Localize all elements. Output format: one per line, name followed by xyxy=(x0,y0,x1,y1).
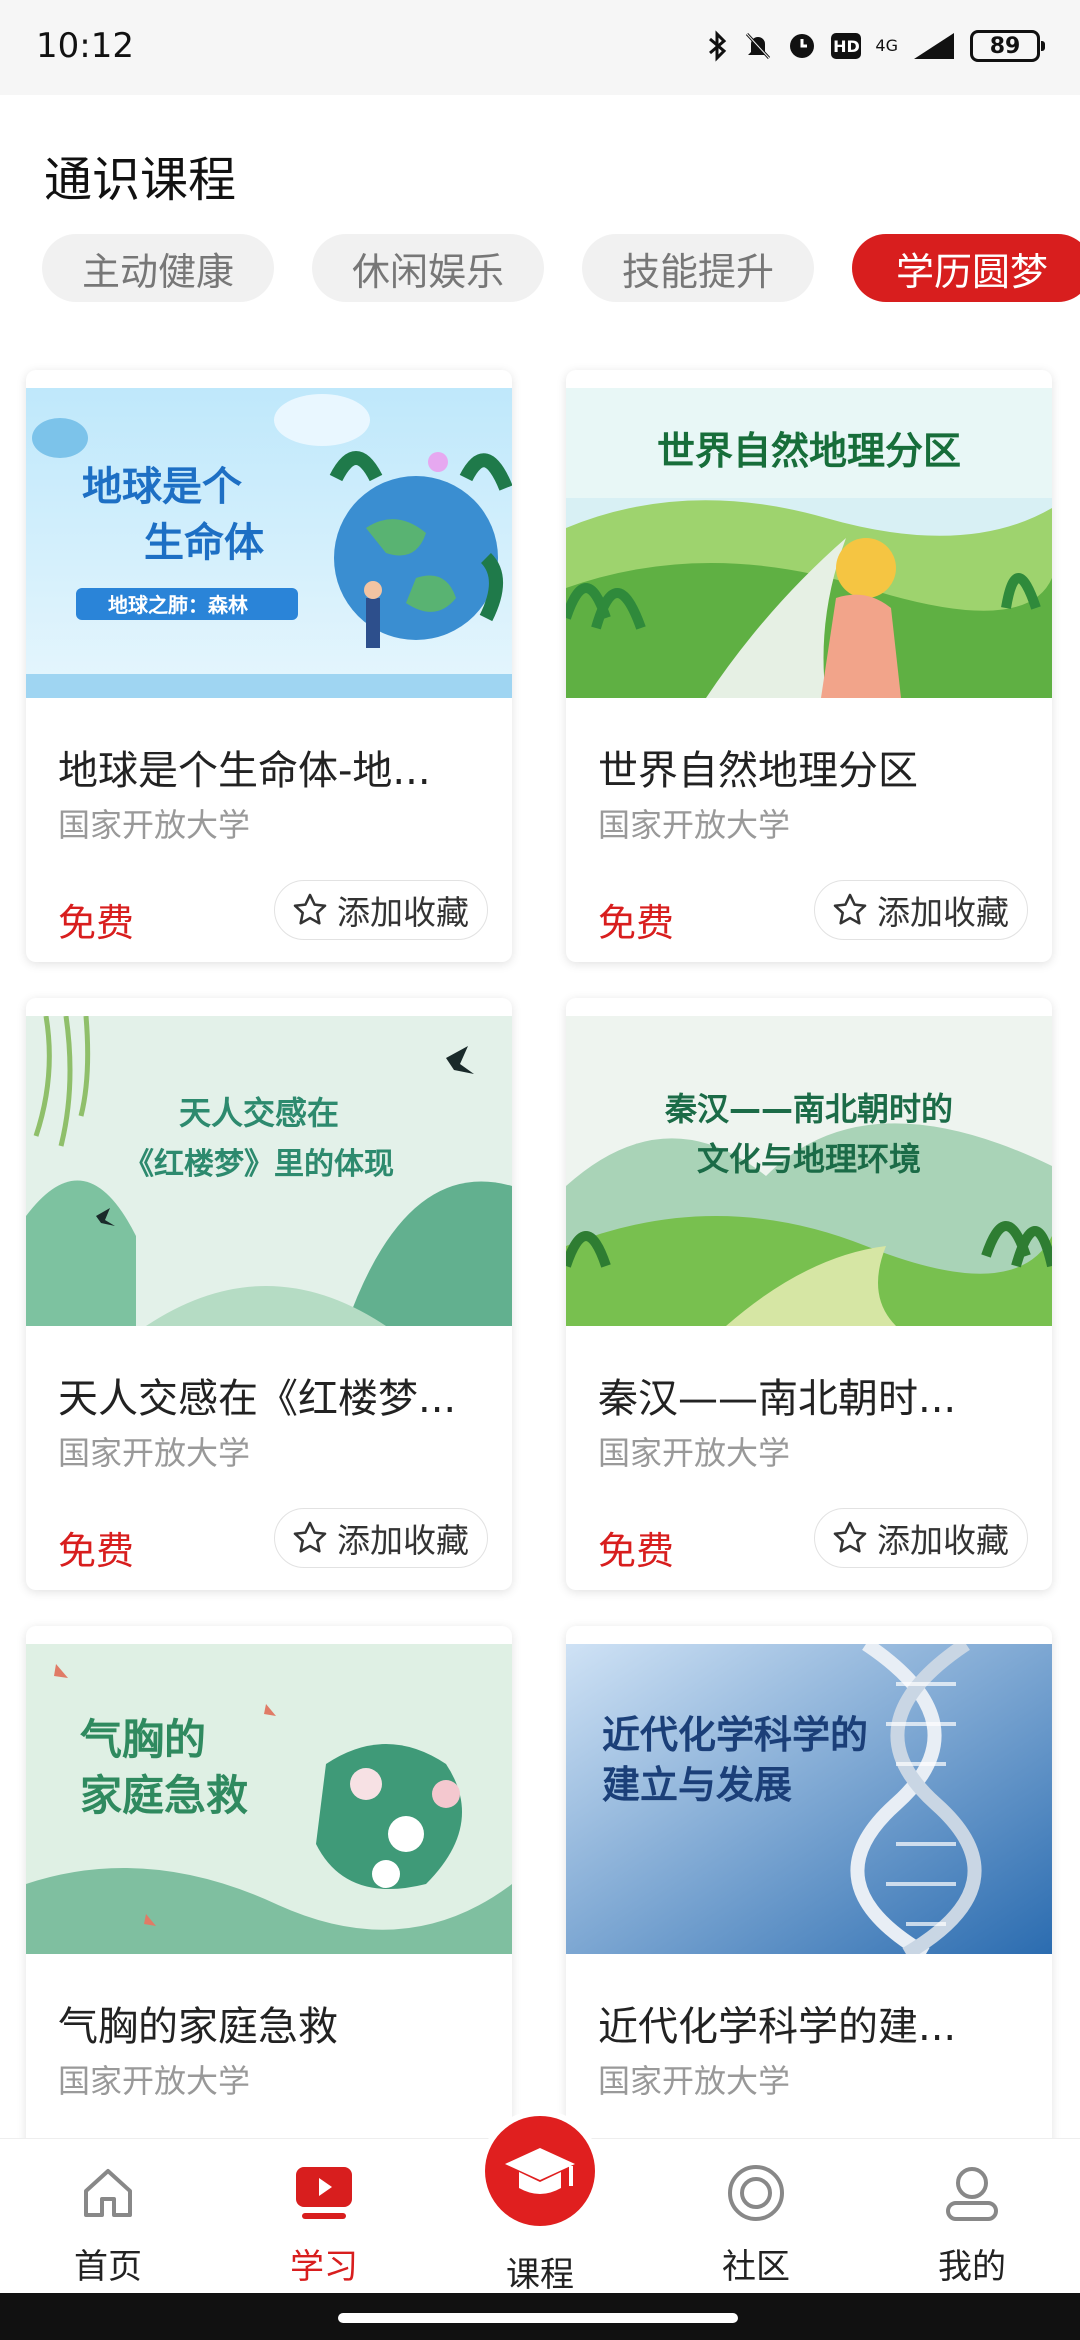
cover-title-line2: 文化与地理环境 xyxy=(697,1140,921,1178)
status-bar: 10:12 HD 4G 89 xyxy=(0,0,1080,95)
star-icon xyxy=(293,893,327,925)
page-title: 通识课程 xyxy=(44,152,237,208)
course-cover: 近代化学科学的 建立与发展 xyxy=(566,1644,1052,1954)
status-time: 10:12 xyxy=(36,26,134,66)
home-icon xyxy=(84,2169,132,2217)
play-icon xyxy=(296,2167,352,2219)
network-type-icon: 4G xyxy=(875,36,898,55)
home-indicator[interactable] xyxy=(338,2313,738,2323)
course-title: 地球是个生命体-地... xyxy=(58,748,431,794)
add-favorite-label: 添加收藏 xyxy=(337,1521,469,1560)
add-favorite-label: 添加收藏 xyxy=(877,893,1009,932)
course-card[interactable]: 地球是个 生命体 地球之肺：森林 地球是个生命体-地... 国家开放大学 免费 … xyxy=(26,370,512,962)
graduation-cap-icon xyxy=(505,2148,575,2194)
course-title: 天人交感在《红楼梦... xyxy=(58,1376,457,1422)
course-title: 秦汉——南北朝时... xyxy=(598,1376,957,1422)
tab-degree[interactable]: 学历圆梦 xyxy=(852,234,1080,302)
tab-health[interactable]: 主动健康 xyxy=(42,234,274,302)
cover-title-line2: 《红楼梦》里的体现 xyxy=(124,1147,394,1182)
add-favorite-button[interactable]: 添加收藏 xyxy=(814,880,1028,940)
course-cover: 气胸的 家庭急救 xyxy=(26,1644,512,1954)
course-price: 免费 xyxy=(58,1529,135,1573)
cover-title-line1: 地球是个 xyxy=(82,464,242,510)
battery-level: 89 xyxy=(989,33,1021,59)
circle-target-icon xyxy=(728,2165,784,2221)
hd-icon: HD xyxy=(831,33,862,59)
course-title: 近代化学科学的建... xyxy=(598,2004,957,2050)
tab-leisure[interactable]: 休闲娱乐 xyxy=(312,234,544,302)
nav-home[interactable]: 首页 xyxy=(28,2139,188,2294)
course-card[interactable]: 秦汉——南北朝时的 文化与地理环境 秦汉——南北朝时... 国家开放大学 免费 … xyxy=(566,998,1052,1590)
cover-tag: 地球之肺：森林 xyxy=(108,593,248,617)
add-favorite-button[interactable]: 添加收藏 xyxy=(274,880,488,940)
nav-study[interactable]: 学习 xyxy=(244,2139,404,2294)
course-cover: 地球是个 生命体 地球之肺：森林 xyxy=(26,388,512,698)
signal-icon xyxy=(912,31,956,61)
course-provider: 国家开放大学 xyxy=(58,1434,251,1472)
bluetooth-icon xyxy=(707,30,729,62)
nav-label: 学习 xyxy=(290,2247,358,2287)
status-icons: HD 4G 89 xyxy=(707,24,1045,68)
nav-community[interactable]: 社区 xyxy=(676,2139,836,2294)
network-type: 4G xyxy=(875,36,898,55)
course-title: 世界自然地理分区 xyxy=(598,748,918,794)
cover-title: 世界自然地理分区 xyxy=(657,429,961,473)
course-cover: 天人交感在 《红楼梦》里的体现 xyxy=(26,1016,512,1326)
courses-center-button[interactable] xyxy=(485,2116,595,2226)
course-provider: 国家开放大学 xyxy=(58,2062,251,2100)
cover-title-line1: 近代化学科学的 xyxy=(602,1713,868,1757)
cover-title-line1: 天人交感在 xyxy=(179,1094,339,1132)
course-title: 气胸的家庭急救 xyxy=(58,2004,338,2050)
cover-title-line2: 建立与发展 xyxy=(602,1763,792,1807)
course-card[interactable]: 天人交感在 《红楼梦》里的体现 天人交感在《红楼梦... 国家开放大学 免费 添… xyxy=(26,998,512,1590)
star-icon xyxy=(833,893,867,925)
nav-mine[interactable]: 我的 xyxy=(892,2139,1052,2294)
add-favorite-label: 添加收藏 xyxy=(337,893,469,932)
cover-title-line1: 秦汉——南北朝时的 xyxy=(664,1090,953,1128)
course-provider: 国家开放大学 xyxy=(598,2062,791,2100)
star-icon xyxy=(293,1521,327,1553)
add-favorite-label: 添加收藏 xyxy=(877,1521,1009,1560)
nav-label: 课程 xyxy=(506,2255,574,2295)
alarm-icon xyxy=(787,31,817,61)
course-cover: 世界自然地理分区 xyxy=(566,388,1052,698)
mute-bell-icon xyxy=(743,30,773,62)
user-icon xyxy=(946,2167,998,2221)
nav-label: 我的 xyxy=(938,2247,1006,2287)
course-price: 免费 xyxy=(58,901,135,945)
add-favorite-button[interactable]: 添加收藏 xyxy=(274,1508,488,1568)
course-provider: 国家开放大学 xyxy=(58,806,251,844)
course-card[interactable]: 近代化学科学的 建立与发展 近代化学科学的建... 国家开放大学 xyxy=(566,1626,1052,2218)
cover-title-line2: 生命体 xyxy=(144,520,264,566)
course-card[interactable]: 气胸的 家庭急救 气胸的家庭急救 国家开放大学 xyxy=(26,1626,512,2218)
course-card[interactable]: 世界自然地理分区 世界自然地理分区 国家开放大学 免费 添加收藏 xyxy=(566,370,1052,962)
course-provider: 国家开放大学 xyxy=(598,1434,791,1472)
cover-title-line2: 家庭急救 xyxy=(80,1771,248,1820)
star-icon xyxy=(833,1521,867,1553)
battery-icon: 89 xyxy=(970,30,1045,62)
nav-label: 社区 xyxy=(722,2247,790,2287)
course-provider: 国家开放大学 xyxy=(598,806,791,844)
nav-label: 首页 xyxy=(74,2247,142,2287)
cover-title-line1: 气胸的 xyxy=(80,1715,206,1764)
course-cover: 秦汉——南北朝时的 文化与地理环境 xyxy=(566,1016,1052,1326)
tab-skills[interactable]: 技能提升 xyxy=(582,234,814,302)
add-favorite-button[interactable]: 添加收藏 xyxy=(814,1508,1028,1568)
course-price: 免费 xyxy=(598,1529,675,1573)
course-price: 免费 xyxy=(598,901,675,945)
